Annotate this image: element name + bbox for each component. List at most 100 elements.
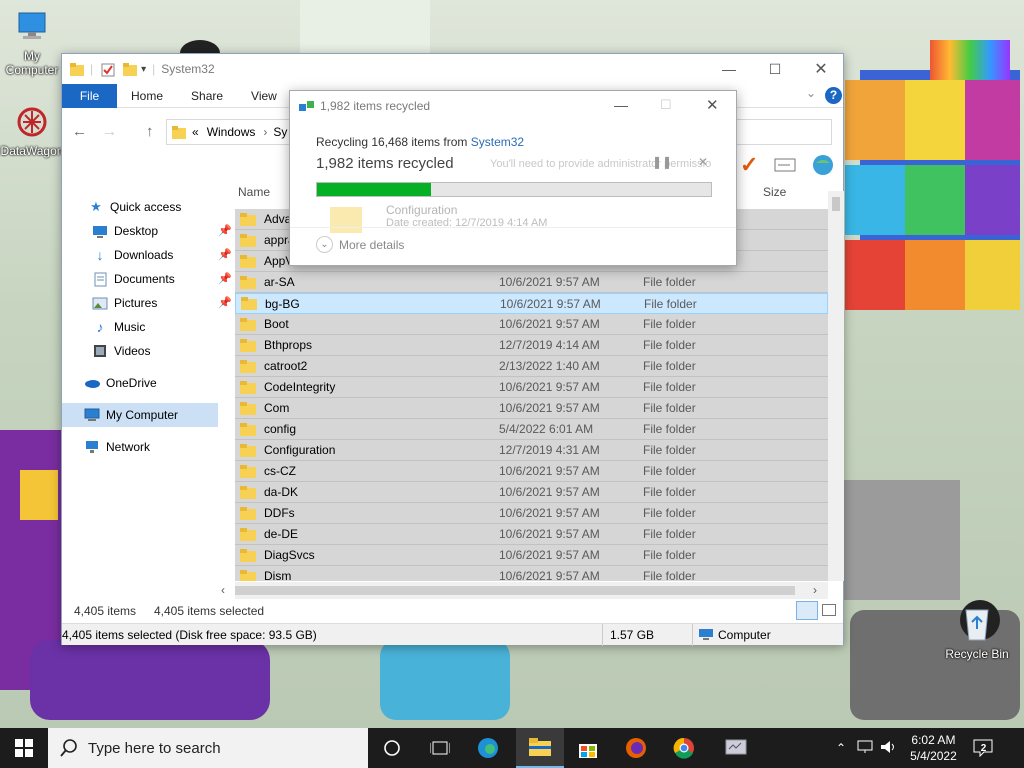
recycle-operation-icon bbox=[299, 100, 315, 112]
forward-arrow-icon[interactable]: → bbox=[102, 123, 117, 140]
notifications-icon[interactable]: 2 bbox=[973, 739, 993, 757]
file-row[interactable]: catroot2 2/13/2022 1:40 AM File folder bbox=[235, 356, 828, 377]
nav-documents[interactable]: Documents 📌 bbox=[62, 267, 234, 291]
file-date: 10/6/2021 9:57 AM bbox=[499, 527, 600, 541]
nav-my-computer[interactable]: My Computer bbox=[62, 403, 218, 427]
file-row[interactable]: Dism 10/6/2021 9:57 AM File folder bbox=[235, 566, 828, 581]
maximize-button[interactable]: ☐ bbox=[660, 97, 672, 113]
status-bar: 4,405 items selected (Disk free space: 9… bbox=[62, 623, 843, 646]
chrome-icon[interactable] bbox=[660, 728, 708, 768]
breadcrumb-windows[interactable]: Windows bbox=[207, 125, 256, 139]
cancel-icon[interactable]: ✕ bbox=[698, 155, 708, 169]
tab-share[interactable]: Share bbox=[177, 84, 237, 108]
minimize-button[interactable]: — bbox=[614, 97, 628, 113]
file-row[interactable]: DiagSvcs 10/6/2021 9:57 AM File folder bbox=[235, 545, 828, 566]
ghost-folder-icon bbox=[330, 207, 362, 233]
cortana-icon[interactable] bbox=[368, 728, 416, 768]
pause-icon[interactable]: ❚❚ bbox=[652, 155, 672, 169]
desktop-icon-my-computer[interactable]: My Computer bbox=[0, 10, 64, 77]
task-view-icon[interactable] bbox=[416, 728, 464, 768]
file-type: File folder bbox=[643, 548, 696, 562]
pin-icon[interactable]: 📌 bbox=[218, 272, 232, 285]
address-bar[interactable]: « Windows › Sy bbox=[166, 119, 296, 145]
pin-icon[interactable]: 📌 bbox=[218, 248, 232, 261]
edge-icon[interactable] bbox=[464, 728, 512, 768]
rename-icon[interactable] bbox=[774, 158, 796, 175]
tab-home[interactable]: Home bbox=[117, 84, 177, 108]
network-tray-icon[interactable] bbox=[856, 740, 874, 757]
file-row[interactable]: da-DK 10/6/2021 9:57 AM File folder bbox=[235, 482, 828, 503]
scrollbar-thumb[interactable] bbox=[832, 197, 840, 211]
folder-icon bbox=[240, 380, 256, 394]
more-details-toggle[interactable]: ⌄ More details bbox=[316, 236, 404, 253]
volume-icon[interactable] bbox=[880, 740, 898, 757]
up-arrow-icon[interactable]: ↑ bbox=[146, 123, 154, 140]
nav-network[interactable]: Network bbox=[62, 435, 234, 459]
column-header-size[interactable]: Size bbox=[763, 185, 786, 199]
file-type: File folder bbox=[643, 275, 696, 289]
horizontal-scrollbar[interactable]: ‹ › bbox=[221, 582, 828, 599]
start-button[interactable] bbox=[0, 728, 48, 768]
search-box[interactable] bbox=[734, 119, 832, 145]
expand-ribbon-chevron-icon[interactable]: ⌄ bbox=[806, 86, 816, 100]
firefox-icon[interactable] bbox=[612, 728, 660, 768]
file-row[interactable]: ar-SA 10/6/2021 9:57 AM File folder bbox=[235, 272, 828, 293]
nav-onedrive[interactable]: OneDrive bbox=[62, 371, 234, 395]
file-row[interactable]: de-DE 10/6/2021 9:57 AM File folder bbox=[235, 524, 828, 545]
new-folder-icon[interactable] bbox=[123, 62, 138, 76]
scrollbar-thumb[interactable] bbox=[235, 586, 795, 595]
file-row[interactable]: CodeIntegrity 10/6/2021 9:57 AM File folde… bbox=[235, 377, 828, 398]
file-explorer-taskbar-icon[interactable] bbox=[516, 728, 564, 768]
help-icon[interactable]: ? bbox=[825, 87, 842, 104]
breadcrumb-overflow[interactable]: « bbox=[192, 125, 199, 139]
checkmark-icon[interactable]: ✓ bbox=[740, 152, 758, 178]
computer-icon bbox=[84, 408, 100, 422]
vertical-scrollbar[interactable] bbox=[828, 191, 844, 581]
file-row[interactable]: Configuration 12/7/2019 4:31 AM File folde… bbox=[235, 440, 828, 461]
properties-icon[interactable] bbox=[101, 63, 115, 76]
close-button[interactable]: ✕ bbox=[798, 54, 844, 84]
nav-music[interactable]: ♪ Music bbox=[62, 315, 234, 339]
minimize-button[interactable]: — bbox=[706, 54, 752, 84]
show-hidden-icons-chevron-icon[interactable]: ⌃ bbox=[836, 741, 846, 755]
scroll-left-icon[interactable]: ‹ bbox=[221, 583, 225, 597]
store-icon[interactable] bbox=[564, 728, 612, 768]
maximize-button[interactable]: ☐ bbox=[752, 54, 798, 84]
tab-view[interactable]: View bbox=[237, 84, 291, 108]
column-header-name[interactable]: Name bbox=[238, 185, 270, 199]
file-row[interactable]: Com 10/6/2021 9:57 AM File folder bbox=[235, 398, 828, 419]
large-icons-view-icon[interactable] bbox=[822, 604, 836, 616]
taskbar-search-box[interactable]: Type here to search bbox=[48, 728, 368, 768]
scroll-right-icon[interactable]: › bbox=[813, 583, 817, 597]
file-row[interactable]: config 5/4/2022 6:01 AM File folder bbox=[235, 419, 828, 440]
pin-icon[interactable]: 📌 bbox=[218, 224, 232, 237]
app-monitor-icon[interactable] bbox=[712, 728, 760, 768]
nav-downloads[interactable]: ↓ Downloads 📌 bbox=[62, 243, 234, 267]
recycling-source-link[interactable]: System32 bbox=[471, 135, 524, 149]
file-row[interactable]: bg-BG 10/6/2021 9:57 AM File folder bbox=[235, 293, 828, 314]
nav-pictures[interactable]: Pictures 📌 bbox=[62, 291, 234, 315]
file-row[interactable]: Boot 10/6/2021 9:57 AM File folder bbox=[235, 314, 828, 335]
nav-videos[interactable]: Videos bbox=[62, 339, 234, 363]
desktop-icon-recycle-bin[interactable]: Recycle Bin bbox=[942, 604, 1012, 661]
close-button[interactable]: ✕ bbox=[706, 96, 719, 114]
nav-desktop[interactable]: Desktop 📌 bbox=[62, 219, 234, 243]
nav-label: Network bbox=[106, 440, 151, 454]
details-view-icon[interactable] bbox=[796, 601, 818, 620]
file-row[interactable]: cs-CZ 10/6/2021 9:57 AM File folder bbox=[235, 461, 828, 482]
customize-toolbar-chevron-icon[interactable]: ▾ bbox=[141, 64, 146, 75]
breadcrumb-separator-icon: › bbox=[263, 125, 268, 139]
file-row[interactable]: DDFs 10/6/2021 9:57 AM File folder bbox=[235, 503, 828, 524]
file-type: File folder bbox=[643, 443, 696, 457]
file-row[interactable]: Bthprops 12/7/2019 4:14 AM File folder bbox=[235, 335, 828, 356]
tab-file[interactable]: File bbox=[62, 83, 117, 108]
globe-icon[interactable] bbox=[812, 154, 834, 179]
pin-icon[interactable]: 📌 bbox=[218, 296, 232, 309]
clock[interactable]: 6:02 AM 5/4/2022 bbox=[910, 732, 957, 764]
back-arrow-icon[interactable]: ← bbox=[72, 123, 87, 140]
documents-icon bbox=[92, 272, 108, 286]
folder-icon bbox=[240, 254, 256, 268]
desktop-icon-datawagon[interactable]: DataWagon bbox=[0, 105, 64, 158]
breadcrumb-system32[interactable]: Sy bbox=[273, 125, 287, 139]
nav-quick-access[interactable]: ★ Quick access bbox=[62, 195, 234, 219]
